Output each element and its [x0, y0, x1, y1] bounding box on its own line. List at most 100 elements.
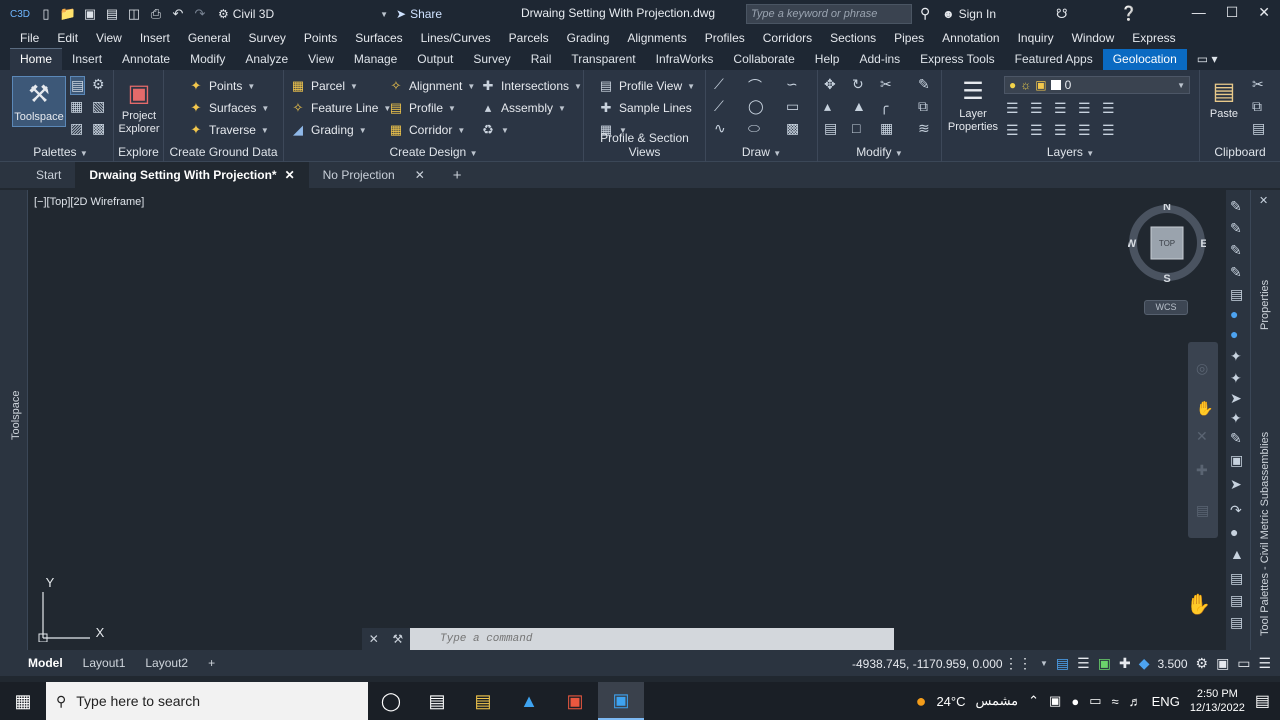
workspace-selector[interactable]: ⚙ Civil 3D ▼ [218, 7, 388, 21]
subassembly-icon-12[interactable]: ▤ [1230, 592, 1243, 609]
tab-insert[interactable]: Insert [62, 49, 112, 70]
search-icon[interactable]: ⚲ [920, 5, 930, 22]
fillet-icon[interactable]: ╭ [880, 98, 888, 115]
subassembly-icon-3[interactable]: ➤ [1230, 390, 1242, 407]
close-icon[interactable]: ✕ [369, 632, 379, 646]
layer-off-icon[interactable]: ☰ [1006, 100, 1019, 117]
menu-file[interactable]: File [20, 31, 39, 45]
spline-icon[interactable]: ∿ [714, 120, 726, 137]
subassembly-icon-2[interactable]: ✦ [1230, 370, 1242, 387]
properties-palette-icon[interactable]: ▤ [70, 76, 86, 95]
panel-title-modify[interactable]: Modify ▼ [818, 145, 941, 159]
alignment-button[interactable]: ✧ Alignment ▼ [388, 78, 476, 94]
subassembly-icon-8[interactable]: ↷ [1230, 502, 1242, 519]
construction-line-icon[interactable]: ⟋ [714, 98, 724, 115]
command-input[interactable] [410, 628, 894, 650]
intersections-button[interactable]: ✚ Intersections ▼ [480, 78, 582, 94]
doc-tab-active-drawing[interactable]: Drwaing Setting With Projection* ✕ [75, 162, 309, 188]
menu-lines-curves[interactable]: Lines/Curves [421, 31, 491, 45]
menu-corridors[interactable]: Corridors [763, 31, 812, 45]
save-icon[interactable]: ▣ [82, 6, 98, 22]
panel-title-layers[interactable]: Layers ▼ [942, 145, 1199, 159]
tab-infraworks[interactable]: InfraWorks [646, 49, 724, 70]
layout-tab-model[interactable]: Model [18, 650, 73, 676]
help-icon[interactable]: ❔ [1120, 5, 1137, 22]
volume-icon[interactable]: ♬ [1129, 694, 1142, 709]
toolspace-button[interactable]: ⚒ Toolspace [12, 76, 66, 127]
layer-freeze-icon[interactable]: ☰ [1054, 100, 1067, 117]
sample-lines-button[interactable]: ✚ Sample Lines [598, 100, 692, 116]
weather-sun-icon[interactable]: ● [916, 691, 927, 712]
explode-icon[interactable]: □ [852, 120, 860, 136]
array-icon[interactable]: ▦ [880, 120, 893, 137]
feature-line-button[interactable]: ✧ Feature Line ▼ [290, 100, 392, 116]
customize-wrench-icon[interactable]: ⚒ [392, 632, 403, 646]
tab-analyze[interactable]: Analyze [235, 49, 298, 70]
surfaces-button[interactable]: ✦ Surfaces ▼ [188, 100, 270, 116]
close-icon[interactable]: ✕ [285, 168, 295, 182]
properties-palette-tab[interactable]: Properties [1259, 280, 1271, 330]
layer-isolate-icon[interactable]: ☰ [1030, 100, 1043, 117]
palette-tool-icon-1[interactable]: ✎ [1230, 198, 1242, 215]
polyline-icon[interactable]: ∽ [786, 76, 798, 93]
drawing-viewport[interactable]: [−][Top][2D Wireframe] [28, 190, 1224, 650]
subassembly-icon-9[interactable]: ● [1230, 524, 1238, 540]
open-web-icon[interactable]: ◫ [126, 6, 142, 22]
close-icon[interactable]: ✕ [1258, 4, 1270, 21]
tab-rail[interactable]: Rail [521, 49, 562, 70]
move-icon[interactable]: ✥ [824, 76, 836, 93]
globe-settings-icon[interactable]: ● [1230, 326, 1238, 342]
menu-profiles[interactable]: Profiles [705, 31, 745, 45]
arc-icon[interactable]: ⌒ [748, 76, 762, 96]
menu-survey[interactable]: Survey [249, 31, 286, 45]
menu-points[interactable]: Points [304, 31, 337, 45]
layer-properties-button[interactable]: ☰ Layer Properties [946, 76, 1000, 134]
panel-title-draw[interactable]: Draw ▼ [706, 145, 817, 159]
tab-transparent[interactable]: Transparent [561, 49, 645, 70]
tab-add-ins[interactable]: Add-ins [849, 49, 910, 70]
wcs-menu-button[interactable]: WCS [1144, 300, 1188, 315]
points-button[interactable]: ✦ Points ▼ [188, 78, 256, 94]
tab-view[interactable]: View [298, 49, 344, 70]
tab-collaborate[interactable]: Collaborate [723, 49, 804, 70]
zoom-extents-icon[interactable]: ✕ [1196, 428, 1208, 445]
redo-icon[interactable]: ↷ [192, 6, 208, 22]
cortana-icon[interactable]: ◯ [368, 682, 414, 720]
offset-icon[interactable]: ≋ [918, 120, 930, 137]
viewport-controls-label[interactable]: [−][Top][2D Wireframe] [34, 196, 144, 208]
tab-geolocation[interactable]: Geolocation [1102, 49, 1187, 70]
menu-view[interactable]: View [96, 31, 122, 45]
weather-temp[interactable]: 24°C [936, 694, 965, 709]
workspace-switch-icon[interactable]: ⚙ [1196, 655, 1209, 672]
isolate-icon[interactable]: ▣ [1216, 655, 1229, 672]
new-tab-button[interactable]: + [439, 162, 476, 188]
subassembly-icon-13[interactable]: ▤ [1230, 614, 1243, 631]
tool-palettes-tab[interactable]: Tool Palettes - Civil Metric Subassembli… [1259, 432, 1271, 636]
open-folder-icon[interactable]: 📁 [60, 6, 76, 22]
menu-window[interactable]: Window [1072, 31, 1115, 45]
quick-props-icon[interactable]: ▣ [1098, 655, 1111, 672]
layer-match-icon[interactable]: ☰ [1102, 100, 1115, 117]
corridor-button[interactable]: ▦ Corridor ▼ [388, 122, 465, 138]
toolspace-palette-strip[interactable]: Toolspace [0, 190, 28, 650]
snap-icon[interactable]: ▤ [1056, 655, 1069, 672]
notification-icon[interactable]: ▤ [1255, 691, 1270, 711]
taskbar-search-box[interactable]: ⚲ Type here to search [46, 682, 368, 720]
rotate-icon[interactable]: ↻ [852, 76, 864, 93]
subassembly-icon-11[interactable]: ▤ [1230, 570, 1243, 587]
close-icon[interactable]: ✕ [415, 168, 425, 182]
civil3d-taskbar-icon[interactable]: ▣ [598, 682, 644, 720]
microphone-icon[interactable]: ● [1071, 694, 1079, 709]
fullscreen-icon[interactable]: ▭ [1237, 655, 1250, 672]
taskbar-clock[interactable]: 2:50 PM 12/13/2022 [1190, 687, 1245, 715]
layer-palette-icon[interactable]: ▩ [92, 120, 105, 137]
palette-tool-icon-4[interactable]: ✎ [1230, 264, 1242, 281]
tab-help[interactable]: Help [805, 49, 850, 70]
panel-title-create-design[interactable]: Create Design ▼ [284, 145, 583, 159]
pan-hand-icon[interactable]: ✋ [1196, 400, 1213, 417]
subassembly-icon-10[interactable]: ▲ [1230, 546, 1244, 562]
orbit-icon[interactable]: ✚ [1196, 462, 1208, 479]
layer-dropdown[interactable]: ● ☼ ▣ 0 ▼ [1004, 76, 1190, 94]
camera-icon[interactable]: ▣ [1049, 693, 1061, 709]
tab-annotate[interactable]: Annotate [112, 49, 180, 70]
